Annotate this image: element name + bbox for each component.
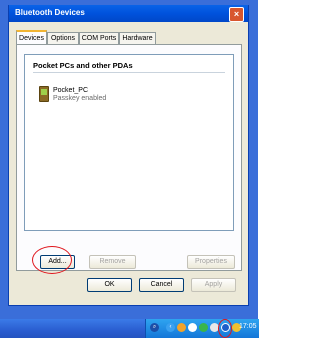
remove-button[interactable]: Remove (89, 255, 136, 269)
annotation-circle-add (32, 246, 72, 274)
tab-options[interactable]: Options (47, 32, 79, 44)
tab-com-ports[interactable]: COM Ports (79, 32, 119, 44)
device-list[interactable]: Pocket PCs and other PDAs Pocket_PC Pass… (24, 54, 234, 231)
window-title: Bluetooth Devices (15, 8, 85, 17)
bluetooth-devices-window: Bluetooth Devices × Devices Options COM … (8, 5, 249, 306)
taskbar: ⌕ ‹ 17:05 (0, 319, 259, 338)
properties-button[interactable]: Properties (187, 255, 235, 269)
close-button[interactable]: × (229, 7, 244, 22)
cancel-button[interactable]: Cancel (139, 278, 184, 292)
annotation-circle-bluetooth (218, 319, 232, 338)
shield-icon[interactable] (177, 323, 186, 332)
device-status: Passkey enabled (53, 95, 107, 102)
device-name[interactable]: Pocket_PC (53, 87, 88, 94)
devices-panel: Pocket PCs and other PDAs Pocket_PC Pass… (16, 44, 242, 274)
sync-icon[interactable] (199, 323, 208, 332)
network-icon[interactable] (188, 323, 197, 332)
tab-devices[interactable]: Devices (16, 30, 47, 45)
tab-hardware[interactable]: Hardware (119, 32, 156, 44)
pocket-pc-icon[interactable] (39, 86, 49, 102)
search-icon[interactable]: ⌕ (150, 323, 159, 332)
system-tray: ⌕ ‹ 17:05 (145, 319, 259, 338)
group-header: Pocket PCs and other PDAs (33, 61, 225, 73)
back-arrow-icon[interactable]: ‹ (166, 323, 175, 332)
apply-button[interactable]: Apply (191, 278, 236, 292)
clock: 17:05 (239, 323, 257, 330)
ok-button[interactable]: OK (87, 278, 132, 292)
device-screen (41, 89, 47, 95)
title-bar[interactable]: Bluetooth Devices × (9, 5, 248, 22)
